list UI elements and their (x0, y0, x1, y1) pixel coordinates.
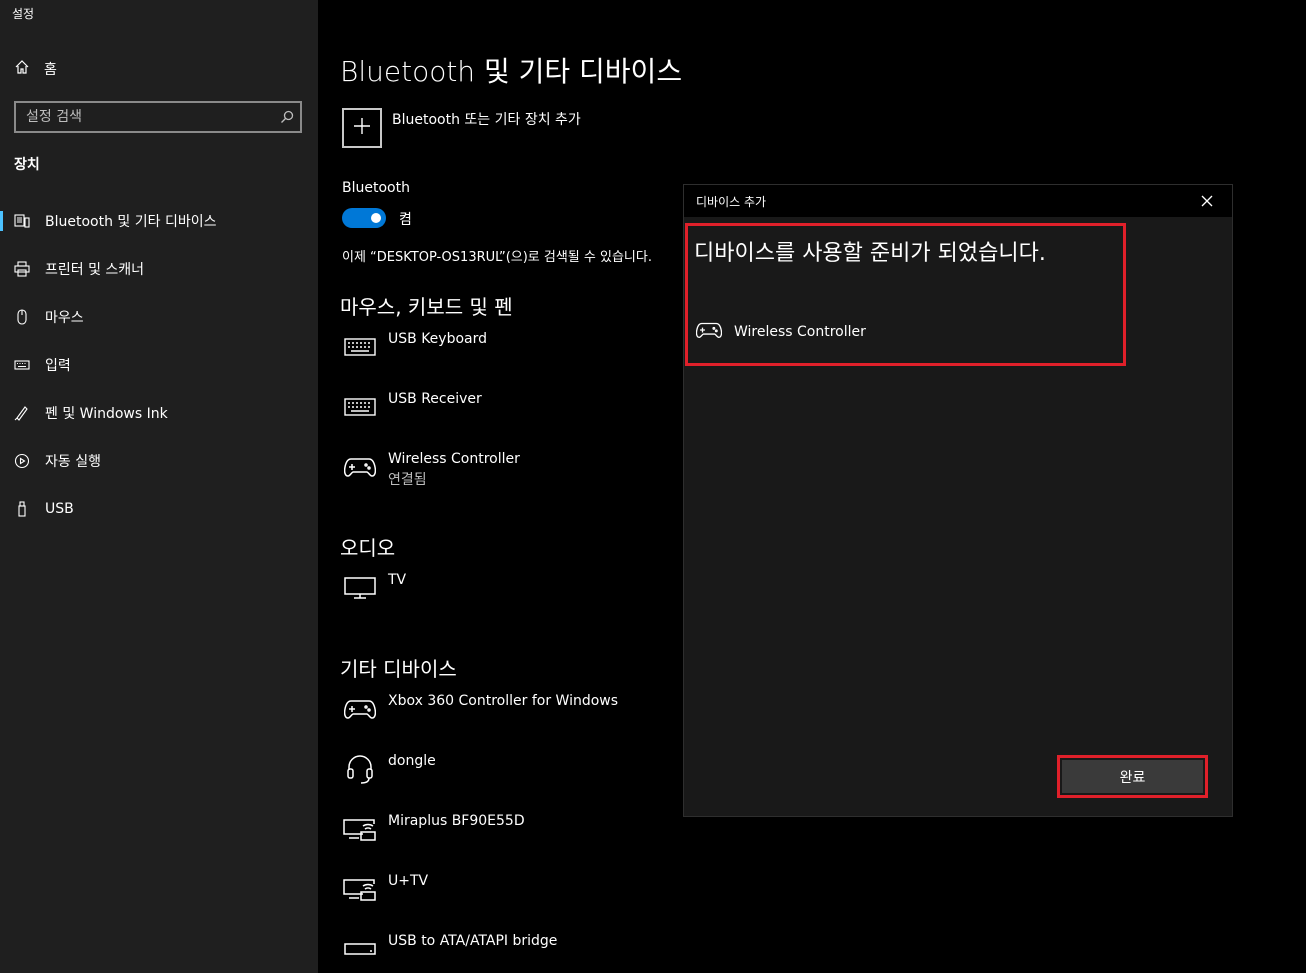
close-icon[interactable] (1194, 188, 1220, 214)
done-button[interactable]: 완료 (1062, 760, 1203, 793)
monitor-icon (342, 570, 378, 606)
sidebar-item-usb[interactable]: USB (0, 489, 318, 529)
sidebar-item-typing[interactable]: 입력 (0, 345, 318, 385)
device-usb-ata-bridge[interactable]: USB to ATA/ATAPI bridge (342, 931, 557, 971)
dialog-title: 디바이스 추가 (696, 194, 767, 209)
search-box[interactable] (14, 101, 302, 133)
printer-icon (14, 261, 30, 277)
device-name: U+TV (388, 873, 429, 889)
gamepad-icon (342, 449, 378, 485)
device-name: TV (388, 572, 407, 588)
discoverable-text: 이제 “DESKTOP-OS13RUL”(으)로 검색될 수 있습니다. (342, 250, 652, 265)
device-name: Wireless Controller (388, 451, 520, 467)
drive-icon (342, 931, 378, 967)
gamepad-icon (695, 321, 723, 343)
device-tv[interactable]: TV (342, 570, 406, 610)
bluetooth-label: Bluetooth (342, 180, 410, 196)
sidebar-item-label: 펜 및 Windows Ink (45, 406, 168, 422)
device-wireless-controller[interactable]: Wireless Controller 연결됨 (342, 449, 520, 489)
group-title-mouse-keyboard-pen: 마우스, 키보드 및 펜 (340, 295, 513, 319)
sidebar-item-label: 입력 (45, 358, 71, 374)
mouse-icon (14, 309, 30, 325)
device-name: USB Receiver (388, 391, 482, 407)
add-device-dialog: 디바이스 추가 디바이스를 사용할 준비가 되었습니다. Wireless Co… (683, 184, 1233, 817)
sidebar: 설정 홈 장치 Bluetooth 및 기타 디바이스 프린터 및 스캐너 마우… (0, 0, 318, 973)
search-input[interactable] (16, 109, 274, 125)
device-usb-receiver[interactable]: USB Receiver (342, 389, 482, 429)
keyboard-icon (342, 389, 378, 425)
group-title-audio: 오디오 (340, 536, 396, 560)
page-title: Bluetooth 및 기타 디바이스 (340, 55, 683, 88)
headset-icon (342, 751, 378, 787)
device-miraplus[interactable]: Miraplus BF90E55D (342, 811, 525, 851)
home-nav[interactable]: 홈 (14, 58, 57, 80)
dialog-device: Wireless Controller (695, 321, 866, 343)
sidebar-item-label: Bluetooth 및 기타 디바이스 (45, 214, 217, 230)
sidebar-item-pen[interactable]: 펜 및 Windows Ink (0, 393, 318, 433)
sidebar-item-label: 자동 실행 (45, 454, 101, 470)
bluetooth-toggle[interactable] (342, 208, 386, 228)
add-device-button[interactable] (342, 108, 382, 148)
home-icon (14, 59, 30, 79)
wireless-display-icon (342, 811, 378, 847)
sidebar-item-label: 프린터 및 스캐너 (45, 262, 145, 278)
done-highlight: 완료 (1057, 755, 1208, 798)
bluetooth-devices-icon (14, 213, 30, 229)
device-name: USB Keyboard (388, 331, 487, 347)
gamepad-icon (342, 691, 378, 727)
device-dongle[interactable]: dongle (342, 751, 436, 791)
app-title: 설정 (12, 7, 35, 21)
group-title-other: 기타 디바이스 (340, 657, 457, 681)
device-usb-keyboard[interactable]: USB Keyboard (342, 329, 487, 369)
dialog-device-name: Wireless Controller (734, 324, 866, 340)
autoplay-icon (14, 453, 30, 469)
wireless-display-icon (342, 871, 378, 907)
device-name: USB to ATA/ATAPI bridge (388, 933, 558, 949)
usb-icon (14, 501, 30, 517)
device-xbox-controller[interactable]: Xbox 360 Controller for Windows (342, 691, 618, 731)
ready-message: 디바이스를 사용할 준비가 되었습니다. (694, 241, 1046, 266)
keyboard-icon (14, 357, 30, 373)
dialog-title-bar: 디바이스 추가 (684, 185, 1232, 217)
sidebar-item-mouse[interactable]: 마우스 (0, 297, 318, 337)
add-device-label[interactable]: Bluetooth 또는 기타 장치 추가 (392, 109, 581, 129)
plus-icon (353, 117, 371, 139)
device-name: dongle (388, 753, 436, 769)
sidebar-item-printers[interactable]: 프린터 및 스캐너 (0, 249, 318, 289)
device-name: Xbox 360 Controller for Windows (388, 693, 619, 709)
keyboard-icon (342, 329, 378, 365)
search-icon[interactable] (274, 110, 300, 124)
sidebar-item-bluetooth[interactable]: Bluetooth 및 기타 디바이스 (0, 201, 318, 241)
device-status: 연결됨 (388, 472, 427, 488)
pen-icon (14, 405, 30, 421)
bluetooth-toggle-state: 켬 (399, 212, 412, 228)
device-name: Miraplus BF90E55D (388, 813, 525, 829)
sidebar-item-autoplay[interactable]: 자동 실행 (0, 441, 318, 481)
device-uplus-tv[interactable]: U+TV (342, 871, 428, 911)
sidebar-item-label: 마우스 (45, 310, 84, 326)
sidebar-item-label: USB (45, 501, 74, 517)
sidebar-section-title: 장치 (14, 157, 40, 173)
home-label: 홈 (44, 62, 57, 78)
